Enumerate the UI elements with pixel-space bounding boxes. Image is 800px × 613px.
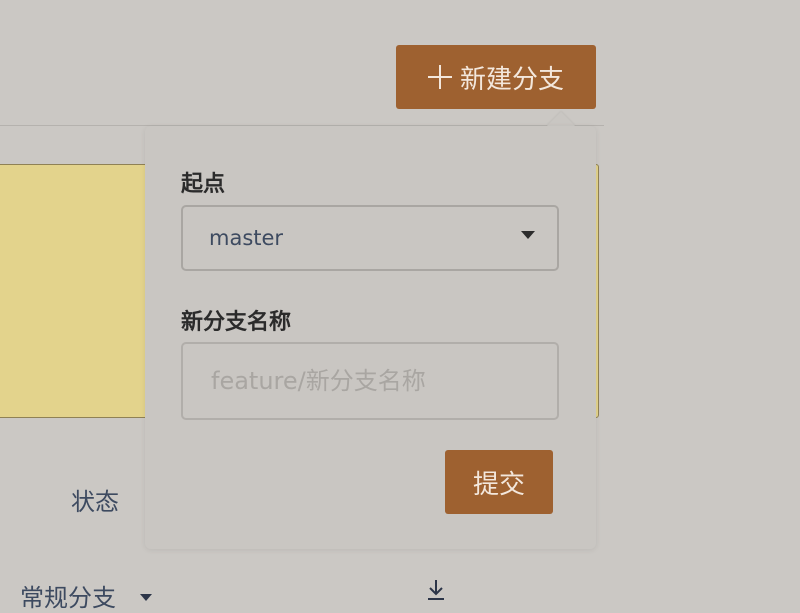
- branch-type-label: 常规分支: [20, 584, 116, 612]
- new-branch-button[interactable]: 新建分支: [396, 45, 596, 109]
- branch-name-label: 新分支名称: [181, 310, 292, 335]
- plus-icon: [427, 65, 452, 89]
- caret-down-icon: [521, 231, 535, 239]
- start-point-value: master: [209, 226, 284, 250]
- chevron-down-icon: [140, 594, 152, 601]
- start-point-label: 起点: [181, 172, 226, 197]
- status-column-label: 状态: [71, 488, 119, 516]
- submit-button[interactable]: 提交: [445, 450, 553, 514]
- branch-type-filter[interactable]: 常规分支: [20, 578, 152, 613]
- branch-name-input[interactable]: [181, 342, 559, 420]
- start-point-select[interactable]: master: [181, 205, 559, 271]
- download-icon[interactable]: [424, 578, 448, 602]
- new-branch-label: 新建分支: [459, 64, 564, 95]
- new-branch-popover: 起点 master 新分支名称 提交: [145, 126, 596, 549]
